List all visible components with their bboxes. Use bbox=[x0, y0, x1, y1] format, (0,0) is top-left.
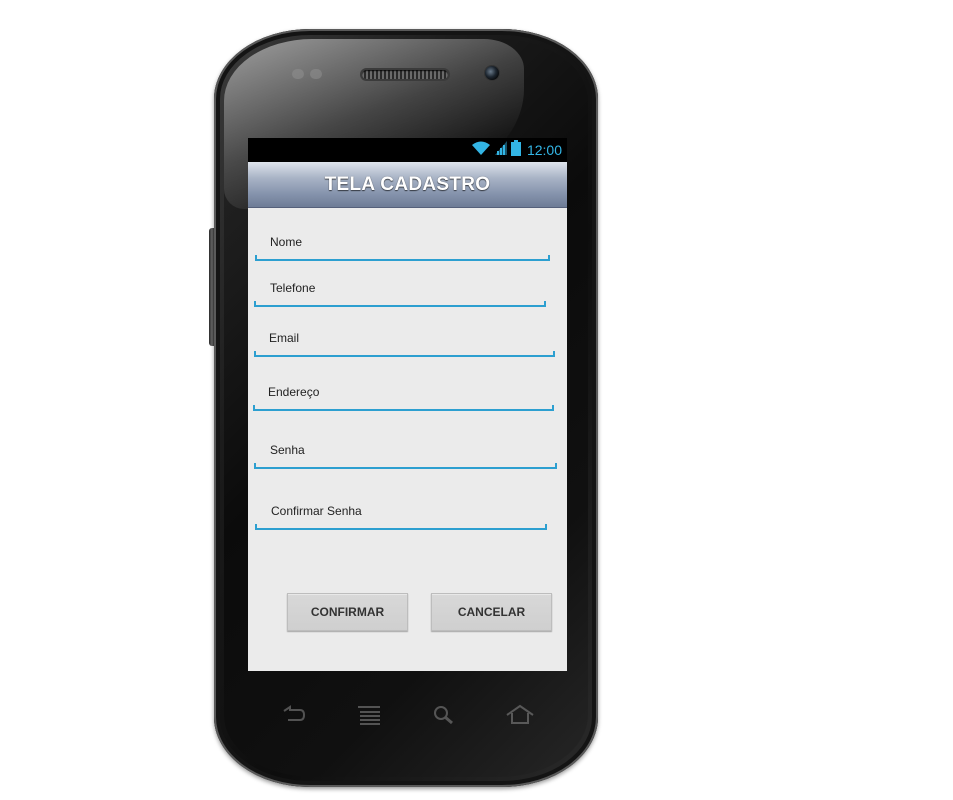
field-tick bbox=[254, 351, 256, 357]
status-time: 12:00 bbox=[526, 142, 562, 158]
field-underline bbox=[254, 467, 557, 469]
confirmar-senha-field[interactable]: Confirmar Senha bbox=[255, 504, 547, 530]
field-tick bbox=[548, 255, 550, 261]
field-tick bbox=[552, 405, 554, 411]
cancel-button[interactable]: CANCELAR bbox=[431, 593, 552, 631]
field-underline bbox=[253, 409, 554, 411]
device-screen: 12:00 TELA CADASTRO Nome Telefone Email … bbox=[248, 138, 567, 671]
wifi-icon bbox=[471, 140, 491, 161]
confirm-button[interactable]: CONFIRMAR bbox=[287, 593, 408, 631]
title-bar: TELA CADASTRO bbox=[248, 162, 567, 208]
field-underline bbox=[255, 528, 547, 530]
field-hint: Telefone bbox=[270, 281, 316, 295]
proximity-sensor bbox=[292, 69, 304, 79]
menu-icon[interactable] bbox=[355, 703, 385, 727]
field-hint: Senha bbox=[270, 443, 305, 457]
field-tick bbox=[254, 301, 256, 307]
field-tick bbox=[255, 255, 257, 261]
field-underline bbox=[254, 355, 555, 357]
home-icon[interactable] bbox=[505, 703, 535, 727]
search-icon[interactable] bbox=[430, 703, 460, 727]
field-underline bbox=[255, 259, 550, 261]
status-bar: 12:00 bbox=[248, 138, 567, 162]
field-tick bbox=[555, 463, 557, 469]
field-underline bbox=[254, 305, 546, 307]
field-tick bbox=[545, 524, 547, 530]
senha-field[interactable]: Senha bbox=[254, 443, 557, 469]
back-icon[interactable] bbox=[278, 703, 308, 727]
field-hint: Nome bbox=[270, 235, 303, 249]
field-hint: Email bbox=[269, 331, 300, 345]
field-tick bbox=[544, 301, 546, 307]
field-tick bbox=[253, 405, 255, 411]
page-title: TELA CADASTRO bbox=[324, 173, 491, 195]
status-icons: 12:00 bbox=[471, 139, 562, 161]
field-hint: Endereço bbox=[268, 385, 320, 399]
light-sensor bbox=[310, 69, 322, 79]
field-tick bbox=[553, 351, 555, 357]
email-field[interactable]: Email bbox=[254, 331, 555, 357]
front-camera bbox=[485, 66, 499, 80]
signal-icon bbox=[494, 140, 508, 161]
nome-field[interactable]: Nome bbox=[255, 235, 550, 261]
endereco-field[interactable]: Endereço bbox=[253, 385, 554, 411]
telefone-field[interactable]: Telefone bbox=[254, 281, 546, 307]
field-hint: Confirmar Senha bbox=[271, 504, 362, 518]
field-tick bbox=[254, 463, 256, 469]
battery-icon bbox=[510, 139, 521, 161]
field-tick bbox=[255, 524, 257, 530]
earpiece-speaker bbox=[362, 70, 448, 79]
